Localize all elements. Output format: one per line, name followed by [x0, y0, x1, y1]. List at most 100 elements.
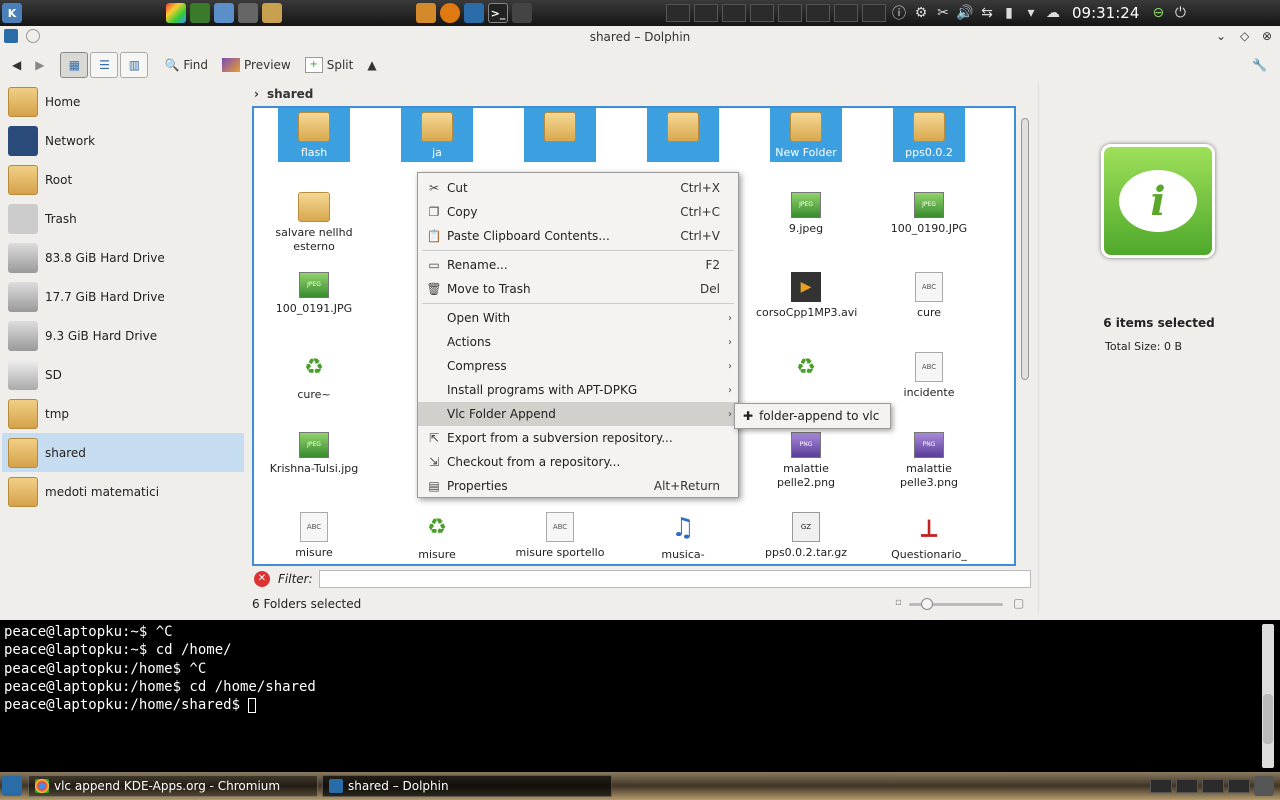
maximize-icon[interactable]: ◇ — [1240, 29, 1249, 43]
battery-icon[interactable]: ▮ — [998, 5, 1020, 21]
clear-filter-icon[interactable]: ✕ — [254, 571, 270, 587]
columns-view-button[interactable]: ▥ — [120, 52, 149, 78]
info-icon[interactable]: ⓘ — [888, 3, 910, 23]
file-item[interactable]: JPEG 9.jpeg — [756, 188, 856, 258]
zoom-knob[interactable] — [921, 598, 933, 610]
menu-item[interactable]: ▤ Properties Alt+Return — [418, 474, 738, 498]
file-item[interactable]: ♻ misure — [387, 508, 487, 564]
breadcrumb-current[interactable]: shared — [267, 87, 313, 101]
taskbar-task[interactable]: shared – Dolphin — [322, 775, 612, 797]
media-player-icon[interactable] — [440, 3, 460, 23]
terminal-output[interactable]: peace@laptopku:~$ ^C peace@laptopku:~$ cd… — [4, 623, 316, 714]
file-item[interactable]: ABC incidente — [879, 348, 979, 418]
file-item[interactable]: JPEG 100_0190.JPG — [879, 188, 979, 258]
submenu-item-folder-append[interactable]: folder-append to vlc — [759, 409, 879, 423]
taskbar-pager-2[interactable] — [1176, 779, 1198, 793]
breadcrumb[interactable]: › shared — [252, 82, 1022, 106]
place-item[interactable]: SD — [2, 355, 244, 394]
volume-icon[interactable]: 🔊 — [954, 5, 976, 21]
icons-view-button[interactable]: ▦ — [60, 52, 89, 78]
back-button[interactable]: ◀ — [6, 52, 27, 78]
taskbar-pager-4[interactable] — [1228, 779, 1250, 793]
taskbar-pager-1[interactable] — [1150, 779, 1172, 793]
forward-button[interactable]: ▶ — [29, 52, 50, 78]
file-item[interactable]: GZ pps0.0.2.tar.gz — [756, 508, 856, 564]
menu-item[interactable]: Open With › — [418, 306, 738, 330]
kde-menu-icon[interactable]: K — [2, 3, 22, 23]
folder-item[interactable] — [647, 108, 719, 162]
weather-icon[interactable]: ☁ — [1042, 5, 1064, 21]
scissors-icon[interactable]: ✂ — [932, 5, 954, 21]
folder-item[interactable]: pps0.0.2 — [893, 108, 965, 162]
files-icon[interactable] — [416, 3, 436, 23]
folder-item[interactable]: flash — [278, 108, 350, 162]
menu-item[interactable]: 🗑 Move to Trash Del — [418, 277, 738, 301]
minimize-icon[interactable]: ⌄ — [1216, 29, 1226, 43]
chevron-right-icon[interactable]: › — [254, 87, 259, 101]
desktop-pager-1[interactable] — [694, 4, 718, 22]
find-button[interactable]: 🔍 Find — [158, 52, 214, 78]
menu-item[interactable]: ⇱ Export from a subversion repository... — [418, 426, 738, 450]
dolphin-app-icon[interactable] — [4, 29, 18, 43]
device-icon[interactable] — [512, 3, 532, 23]
pin-icon[interactable] — [26, 29, 40, 43]
place-item[interactable]: 9.3 GiB Hard Drive — [2, 316, 244, 355]
settings-app-icon[interactable] — [238, 3, 258, 23]
place-item[interactable]: tmp — [2, 394, 244, 433]
taskbar-pager-3[interactable] — [1202, 779, 1224, 793]
close-icon[interactable]: ⊗ — [1262, 29, 1272, 43]
color-app-icon[interactable] — [166, 3, 186, 23]
menu-item[interactable]: ▭ Rename... F2 — [418, 253, 738, 277]
place-item[interactable]: medoti matematici — [2, 472, 244, 511]
filter-input[interactable] — [318, 570, 1031, 588]
folder-item[interactable]: salvare nellhd esterno — [264, 188, 364, 258]
folder-item[interactable]: ja — [401, 108, 473, 162]
file-item[interactable]: JPEG Krishna-Tulsi.jpg — [264, 428, 364, 498]
preview-button[interactable]: Preview — [216, 52, 297, 78]
taskbar-task[interactable]: vlc append KDE-Apps.org - Chromium — [28, 775, 318, 797]
split-button[interactable]: + Split — [299, 52, 360, 78]
menu-item[interactable]: Compress › — [418, 354, 738, 378]
file-item[interactable]: ABC misure sportello — [510, 508, 610, 564]
place-item[interactable]: 17.7 GiB Hard Drive — [2, 277, 244, 316]
terminal-window[interactable]: peace@laptopku:~$ ^C peace@laptopku:~$ cd… — [0, 620, 1280, 772]
trash-widget-icon[interactable] — [1254, 776, 1274, 796]
menu-item[interactable]: 📋 Paste Clipboard Contents... Ctrl+V — [418, 224, 738, 248]
clock[interactable]: 09:31:24 — [1072, 4, 1139, 22]
file-item[interactable]: ABC cure — [879, 268, 979, 338]
desktop-pager-5[interactable] — [806, 4, 830, 22]
zoom-slider[interactable]: ▫ ▢ — [895, 596, 1025, 612]
desktop-pager-3[interactable] — [750, 4, 774, 22]
place-item[interactable]: 83.8 GiB Hard Drive — [2, 238, 244, 277]
file-item[interactable]: JPEG 100_0191.JPG — [264, 268, 364, 338]
title-bar[interactable]: shared – Dolphin ⌄ ◇ ⊗ — [0, 26, 1280, 48]
file-item[interactable]: ▶ corsoCpp1MP3.avi — [756, 268, 857, 338]
menu-item[interactable]: ❐ Copy Ctrl+C — [418, 200, 738, 224]
notes-icon[interactable] — [262, 3, 282, 23]
dolphin-launcher-icon[interactable] — [464, 3, 484, 23]
desktop-pager-6[interactable] — [834, 4, 858, 22]
menu-item[interactable]: Actions › — [418, 330, 738, 354]
place-item[interactable]: Trash — [2, 199, 244, 238]
desktop-pager-2[interactable] — [722, 4, 746, 22]
vlc-submenu[interactable]: ✚ folder-append to vlc — [734, 403, 891, 429]
menu-item[interactable]: ✂ Cut Ctrl+X — [418, 176, 738, 200]
file-item[interactable]: ♫ musica- — [633, 508, 733, 564]
place-item[interactable]: Home — [2, 82, 244, 121]
file-view-scrollbar[interactable] — [1018, 106, 1032, 590]
app-launcher-icon[interactable] — [190, 3, 210, 23]
lock-screen-icon[interactable]: ⊖ — [1147, 5, 1169, 21]
file-item[interactable]: ♻ cure~ — [264, 348, 364, 418]
desktop-pager-7[interactable] — [862, 4, 886, 22]
zoom-out-icon[interactable]: ▫ — [895, 597, 902, 608]
power-icon[interactable]: ⏻ — [1169, 5, 1191, 21]
scrollbar-thumb[interactable] — [1021, 118, 1029, 380]
terminal-scrollbar[interactable] — [1262, 624, 1274, 768]
gear-icon[interactable]: ⚙ — [910, 5, 932, 21]
zoom-in-icon[interactable]: ▢ — [1013, 596, 1024, 610]
place-item[interactable]: Network — [2, 121, 244, 160]
show-desktop-icon[interactable] — [2, 776, 22, 796]
folder-item[interactable]: New Folder — [770, 108, 842, 162]
scrollbar-thumb[interactable] — [1263, 694, 1273, 744]
menu-item[interactable]: Vlc Folder Append › — [418, 402, 738, 426]
